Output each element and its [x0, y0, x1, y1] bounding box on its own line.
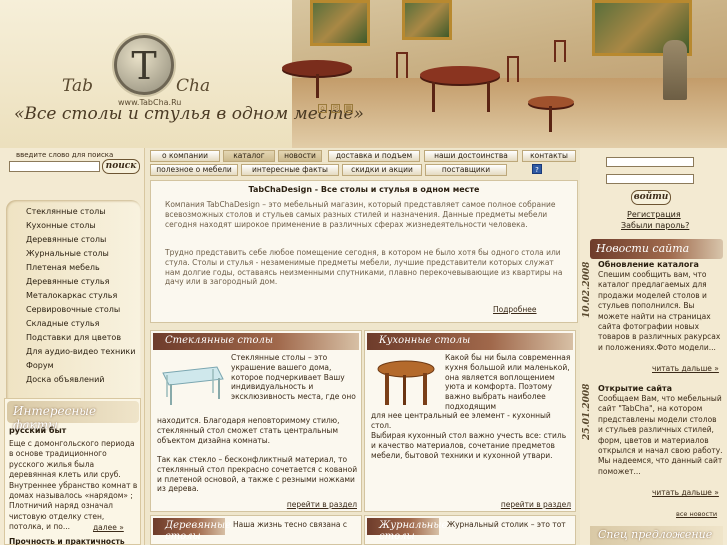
header-banner: T Tab Cha www.TabCha.Ru «Все столы и сту…: [0, 0, 727, 148]
section-coffee-tables: Журнальные столы Журнальный столик – это…: [364, 515, 576, 545]
section-title: Деревянные столы: [153, 518, 231, 542]
news-body: Спешим сообщить вам, что каталог предлаг…: [598, 270, 721, 352]
catalog-item[interactable]: Плетеная мебель: [26, 263, 100, 272]
logo-text-left: Tab: [62, 76, 94, 96]
chair-image: [554, 40, 566, 62]
page: T Tab Cha www.TabCha.Ru «Все столы и сту…: [0, 0, 727, 545]
logo-emblem[interactable]: T: [114, 35, 174, 95]
news-headline[interactable]: Открытие сайта: [598, 384, 672, 393]
glass-table-image[interactable]: [159, 353, 225, 409]
nav-discounts[interactable]: скидки и акции: [342, 164, 422, 176]
special-offer-title: Спец предложение: [590, 526, 723, 545]
mail-icon[interactable]: ✉: [331, 104, 340, 113]
catalog-item[interactable]: Для аудио-видео техники: [26, 347, 135, 356]
nav-useful[interactable]: полезное о мебели: [150, 164, 238, 176]
sitemap-icon[interactable]: ▦: [344, 104, 353, 113]
right-sidebar: войти Регистрация Забыли пароль? Новости…: [580, 148, 727, 545]
painting-image: [402, 0, 452, 40]
help-icon[interactable]: ?: [532, 164, 542, 174]
section-title: Стеклянные столы: [153, 333, 359, 350]
intro-panel: TabChaDesign - Все столы и стулья в одно…: [150, 180, 578, 323]
section-text: Стеклянные столы – это украшение вашего …: [231, 353, 356, 402]
top-navigation: о компании каталог новости доставка и по…: [148, 148, 578, 178]
section-text: Какой бы ни была современная кухня больш…: [445, 353, 571, 411]
interior-scene-image: [282, 0, 727, 148]
news-title: Новости сайта: [590, 239, 723, 259]
catalog-item[interactable]: Форум: [26, 361, 54, 370]
nav-facts[interactable]: интересные факты: [241, 164, 339, 176]
left-sidebar: введите слово для поиска поиск Стеклянны…: [0, 148, 145, 545]
section-title: Кухонные столы: [367, 333, 573, 350]
section-title: Журнальные столы: [367, 518, 447, 542]
nav-delivery[interactable]: доставка и подъем: [328, 150, 420, 162]
facts-text: Еще с домонгольского периода в основе тр…: [9, 439, 138, 532]
section-text: Наша жизнь тесно связана с: [233, 520, 348, 529]
nav-advantages[interactable]: наши достоинства: [424, 150, 518, 162]
nav-about[interactable]: о компании: [150, 150, 220, 162]
catalog-item[interactable]: Подставки для цветов: [26, 333, 121, 342]
login-field[interactable]: [606, 157, 694, 167]
section-text: Журнальный столик – это тот: [447, 520, 566, 529]
facts-panel: Интересные факты русский быт Еще с домон…: [4, 398, 141, 545]
section-kitchen-tables: Кухонные столы Какой бы ни была современ…: [364, 330, 576, 512]
facts-next-title[interactable]: Прочность и практичность: [9, 537, 125, 545]
nav-contacts[interactable]: контакты: [522, 150, 576, 162]
nav-news[interactable]: новости: [278, 150, 322, 162]
statue-image: [663, 40, 687, 100]
chair-image: [396, 52, 408, 78]
news-more-link[interactable]: читать дальше »: [652, 364, 719, 373]
facts-more-link[interactable]: далее »: [93, 523, 124, 532]
news-more-link[interactable]: читать дальше »: [652, 488, 719, 497]
section-more-link[interactable]: перейти в раздел: [501, 500, 571, 509]
news-body: Сообщаем Вам, что мебельный сайт "TabCha…: [598, 394, 723, 476]
section-text: находится. Благодаря неповторимому стилю…: [157, 416, 340, 445]
kitchen-table-image[interactable]: [373, 353, 439, 409]
painting-image: [310, 0, 370, 46]
all-news-link[interactable]: все новости: [676, 510, 717, 518]
slogan: «Все столы и стулья в одном месте»: [14, 104, 364, 124]
search-button[interactable]: поиск: [102, 159, 140, 174]
section-glass-tables: Стеклянные столы Стеклянные столы – это …: [150, 330, 362, 512]
login-button[interactable]: войти: [631, 190, 671, 205]
news-headline[interactable]: Обновление каталога: [598, 260, 699, 269]
news-date: 10.02.2008: [582, 261, 592, 318]
intro-paragraph: Трудно представить себе любое помещение …: [165, 248, 563, 287]
chair-image: [507, 56, 519, 82]
catalog-item[interactable]: Деревянные стулья: [26, 277, 109, 286]
logo-text-right: Cha: [176, 76, 211, 96]
section-text: Так как стекло – бесконфликтный материал…: [157, 455, 358, 494]
catalog-item[interactable]: Сервировочные столы: [26, 305, 120, 314]
register-link[interactable]: Регистрация: [627, 210, 681, 219]
facts-title: Интересные факты: [7, 401, 139, 432]
forgot-password-link[interactable]: Забыли пароль?: [621, 221, 689, 230]
home-icon[interactable]: ⌂: [318, 104, 327, 113]
section-more-link[interactable]: перейти в раздел: [287, 500, 357, 509]
search-label: введите слово для поиска: [16, 151, 114, 159]
catalog-item[interactable]: Кухонные столы: [26, 221, 96, 230]
catalog-item[interactable]: Журнальные столы: [26, 249, 109, 258]
catalog-item[interactable]: Складные стулья: [26, 319, 99, 328]
nav-suppliers[interactable]: поставщики: [425, 164, 507, 176]
catalog-item[interactable]: Металокаркас стулья: [26, 291, 117, 300]
section-wooden-tables: Деревянные столы Наша жизнь тесно связан…: [150, 515, 362, 545]
catalog-item[interactable]: Доска объявлений: [26, 375, 105, 384]
catalog-item[interactable]: Деревянные столы: [26, 235, 106, 244]
catalog-item[interactable]: Стеклянные столы: [26, 207, 106, 216]
section-text: для нее центральный ее элемент - кухонны…: [371, 411, 551, 430]
news-date: 25.01.2008: [582, 383, 592, 440]
facts-subtitle: русский быт: [9, 426, 67, 435]
intro-paragraph: Компания TabChaDesign – это мебельный ма…: [165, 200, 556, 229]
password-field[interactable]: [606, 174, 694, 184]
section-text: Выбирая кухонный стол важно учесть все: …: [371, 431, 567, 460]
intro-title: TabChaDesign - Все столы и стулья в одно…: [248, 185, 480, 194]
nav-catalog[interactable]: каталог: [223, 150, 275, 162]
search-input[interactable]: [9, 161, 100, 172]
intro-more-link[interactable]: Подробнее: [493, 305, 537, 314]
